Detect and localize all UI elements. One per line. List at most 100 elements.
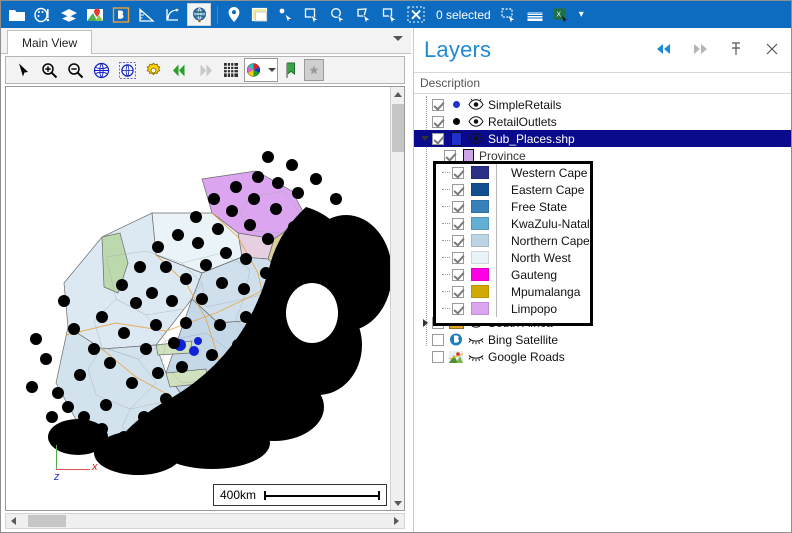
tree-dash <box>440 283 452 300</box>
palette-dropdown-caret[interactable] <box>268 68 276 72</box>
location-marker-icon[interactable] <box>222 3 246 26</box>
legend-visible-checkbox[interactable] <box>452 183 464 196</box>
layer-visible-checkbox[interactable] <box>432 333 444 346</box>
scale-bar: 400km <box>213 484 387 506</box>
pin-panel-icon[interactable] <box>727 40 745 58</box>
export-excel-icon[interactable]: X <box>549 3 573 26</box>
layers-stack-icon[interactable] <box>57 3 81 26</box>
coordinate-vector-icon[interactable] <box>161 3 185 26</box>
select-point-icon[interactable] <box>274 3 298 26</box>
collapse-all-icon[interactable] <box>655 40 673 58</box>
legend-visible-checkbox[interactable] <box>452 234 464 247</box>
axis-z-label: z <box>54 471 60 483</box>
layer-row-simpleretails[interactable]: SimpleRetails <box>414 96 791 113</box>
previous-extent-icon[interactable] <box>166 58 192 82</box>
settings-gear-icon[interactable] <box>140 58 166 82</box>
map-horizontal-scrollbar[interactable] <box>5 513 405 529</box>
legend-color-swatch <box>471 200 489 213</box>
legend-item[interactable]: Free State <box>436 198 590 215</box>
map-canvas[interactable]: x z <box>6 87 392 510</box>
legend-label: Eastern Cape <box>511 182 585 197</box>
zoom-full-extent-icon[interactable] <box>88 58 114 82</box>
legend-visible-checkbox[interactable] <box>452 217 464 230</box>
legend-column-divider <box>496 215 497 232</box>
clear-selection-icon[interactable] <box>404 3 428 26</box>
eye-closed-icon[interactable] <box>467 333 484 346</box>
vertical-scroll-thumb[interactable] <box>392 104 404 152</box>
color-palette-icon[interactable] <box>244 58 278 82</box>
attribute-table-icon[interactable] <box>523 3 547 26</box>
legend-item[interactable]: Northern Cape <box>436 232 590 249</box>
tab-label: Main View <box>22 35 78 50</box>
tabstrip-overflow-caret[interactable] <box>393 36 403 41</box>
map-view[interactable]: x z <box>5 86 405 511</box>
select-polygon-icon[interactable] <box>352 3 376 26</box>
map-vertical-scrollbar[interactable] <box>390 87 404 510</box>
layer-visible-checkbox[interactable] <box>432 350 444 363</box>
zoom-layer-extent-icon[interactable] <box>114 58 140 82</box>
bing-b-icon[interactable] <box>109 3 133 26</box>
legend-visible-checkbox[interactable] <box>452 268 464 281</box>
legend-visible-checkbox[interactable] <box>452 302 464 315</box>
layer-visible-checkbox[interactable] <box>444 149 456 162</box>
tree-dash <box>440 249 452 266</box>
eye-open-icon[interactable] <box>467 132 484 145</box>
axis-x-label: x <box>92 461 98 473</box>
favorite-star-icon[interactable] <box>304 59 324 81</box>
select-circle-icon[interactable] <box>326 3 350 26</box>
pan-pointer-icon[interactable] <box>10 58 36 82</box>
expand-all-icon[interactable] <box>691 40 709 58</box>
layer-name-label: Bing Satellite <box>488 332 559 347</box>
map-toolbar <box>5 56 405 84</box>
select-line-icon[interactable] <box>378 3 402 26</box>
layer-visible-checkbox[interactable] <box>432 98 444 111</box>
layer-row-bing-satellite[interactable]: Bing Satellite <box>414 331 791 348</box>
scroll-right-button[interactable] <box>389 514 404 528</box>
tab-main-view[interactable]: Main View <box>7 30 93 54</box>
layer-visible-checkbox[interactable] <box>432 115 444 128</box>
layer-row-retailoutlets[interactable]: RetailOutlets <box>414 113 791 130</box>
legend-item[interactable]: Western Cape <box>436 164 590 181</box>
map-frame-icon[interactable] <box>248 3 272 26</box>
eye-open-icon[interactable] <box>467 98 484 111</box>
toolbar-overflow-caret[interactable]: ▾ <box>579 9 584 20</box>
expand-toggle-icon[interactable] <box>418 130 432 147</box>
zoom-out-icon[interactable] <box>62 58 88 82</box>
symbology-palette-icon[interactable] <box>31 3 55 26</box>
legend-item[interactable]: Eastern Cape <box>436 181 590 198</box>
legend-visible-checkbox[interactable] <box>452 285 464 298</box>
layer-name-label: RetailOutlets <box>488 114 557 129</box>
legend-item[interactable]: Gauteng <box>436 266 590 283</box>
legend-visible-checkbox[interactable] <box>452 200 464 213</box>
globe-icon[interactable] <box>187 3 211 26</box>
zoom-to-selection-icon[interactable] <box>497 3 521 26</box>
bing-b-icon <box>448 333 464 346</box>
legend-column-divider <box>496 198 497 215</box>
scroll-left-button[interactable] <box>6 514 21 528</box>
horizontal-scroll-thumb[interactable] <box>28 515 66 527</box>
layer-visible-checkbox[interactable] <box>432 132 444 145</box>
grid-icon[interactable] <box>218 58 244 82</box>
legend-visible-checkbox[interactable] <box>452 251 464 264</box>
select-rectangle-icon[interactable] <box>300 3 324 26</box>
zoom-in-icon[interactable] <box>36 58 62 82</box>
eye-open-icon[interactable] <box>467 115 484 128</box>
layers-panel-actions <box>655 40 781 58</box>
legend-item[interactable]: Mpumalanga <box>436 283 590 300</box>
scroll-up-button[interactable] <box>391 87 404 101</box>
close-panel-icon[interactable] <box>763 40 781 58</box>
layer-row-google-roads[interactable]: Google Roads <box>414 348 791 365</box>
bookmark-flag-icon[interactable] <box>278 58 304 82</box>
legend-visible-checkbox[interactable] <box>452 166 464 179</box>
eye-closed-icon[interactable] <box>467 350 484 363</box>
expand-toggle-icon[interactable] <box>418 314 432 331</box>
map-pin-image-icon[interactable] <box>83 3 107 26</box>
layer-row-sub-places[interactable]: Sub_Places.shp <box>414 130 791 147</box>
legend-item[interactable]: Limpopo <box>436 300 590 317</box>
legend-item[interactable]: North West <box>436 249 590 266</box>
legend-item[interactable]: KwaZulu-Natal <box>436 215 590 232</box>
open-folder-icon[interactable] <box>5 3 29 26</box>
next-extent-icon[interactable] <box>192 58 218 82</box>
measure-ruler-icon[interactable] <box>135 3 159 26</box>
scroll-down-button[interactable] <box>391 496 404 510</box>
